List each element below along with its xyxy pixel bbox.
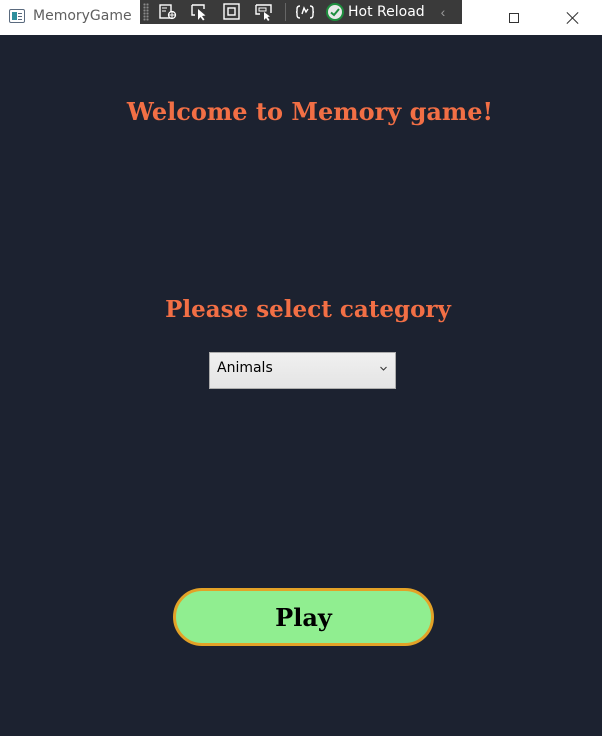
welcome-heading: Welcome to Memory game! (126, 97, 494, 126)
maximize-button[interactable] (485, 0, 543, 35)
toolbar-grip[interactable] (143, 3, 149, 21)
hot-reload-label[interactable]: Hot Reload (348, 4, 425, 20)
frame-icon[interactable] (221, 2, 243, 22)
chevron-down-icon (380, 366, 387, 371)
toolbar-separator (285, 3, 286, 21)
close-icon (566, 11, 580, 25)
binding-failures-icon[interactable] (294, 2, 316, 22)
category-select-value: Animals (217, 360, 273, 376)
pointer-icon[interactable] (189, 2, 211, 22)
category-prompt: Please select category (165, 296, 451, 323)
app-icon (9, 9, 25, 23)
xaml-debug-toolbar: Hot Reload ‹ (140, 0, 462, 24)
title-bar: MemoryGame Hot Reload ‹ (0, 0, 602, 35)
maximize-icon (509, 12, 519, 23)
hot-reload-check-icon (326, 3, 344, 21)
play-button[interactable]: Play (173, 588, 434, 646)
track-focus-icon[interactable] (253, 2, 275, 22)
select-element-icon[interactable] (157, 2, 179, 22)
close-button[interactable] (544, 0, 602, 35)
category-select[interactable]: Animals (209, 352, 396, 389)
window-title: MemoryGame (33, 8, 132, 24)
collapse-chevron-icon[interactable]: ‹ (441, 4, 446, 20)
